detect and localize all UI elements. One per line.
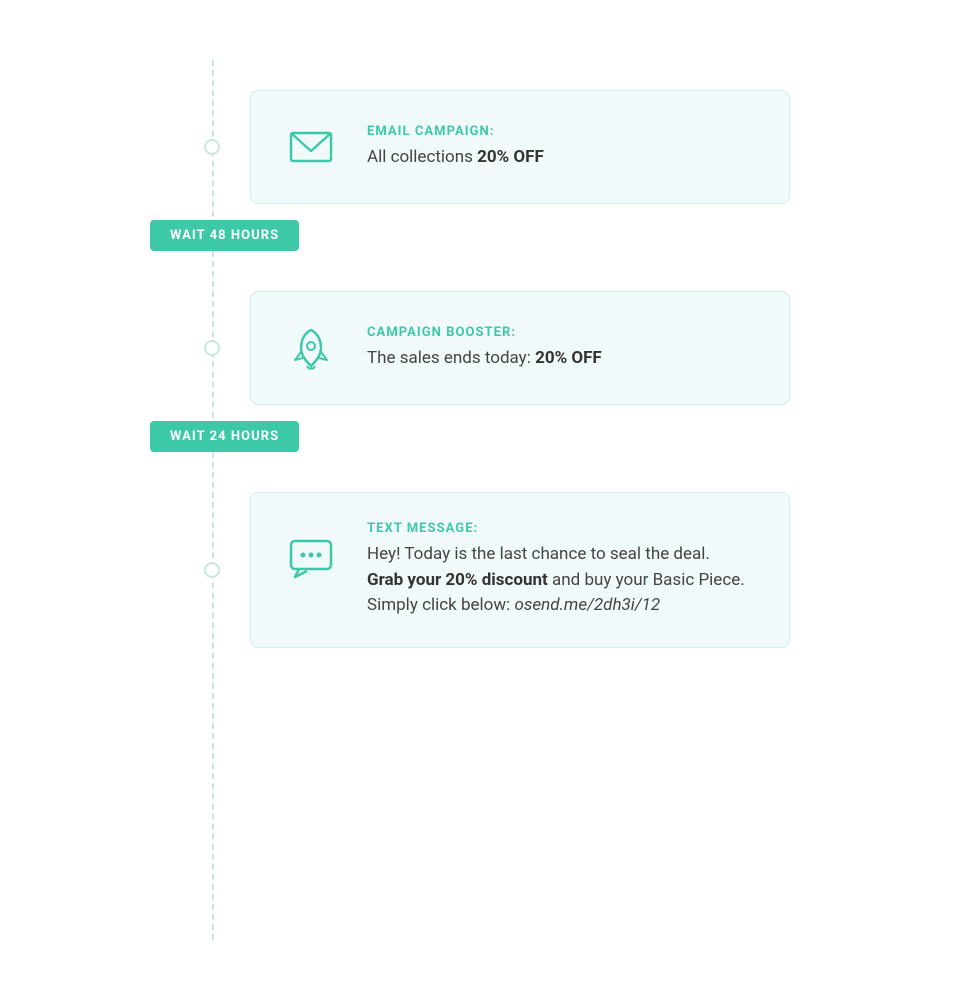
wait-24-row: WAIT 24 HOURS — [150, 421, 890, 452]
timeline-container: EMAIL CAMPAIGN: All collections 20% OFF … — [150, 60, 890, 940]
email-campaign-title: EMAIL CAMPAIGN: — [367, 124, 761, 139]
text-message-card: TEXT MESSAGE: Hey! Today is the last cha… — [250, 492, 790, 648]
text-message-title: TEXT MESSAGE: — [367, 521, 761, 536]
text-bold: Grab your 20% discount — [367, 570, 548, 590]
wait-48-row: WAIT 48 HOURS — [150, 220, 890, 251]
email-campaign-card: EMAIL CAMPAIGN: All collections 20% OFF — [250, 90, 790, 204]
campaign-booster-content: CAMPAIGN BOOSTER: The sales ends today: … — [367, 325, 761, 372]
email-campaign-item: EMAIL CAMPAIGN: All collections 20% OFF — [150, 90, 890, 204]
email-campaign-content: EMAIL CAMPAIGN: All collections 20% OFF — [367, 124, 761, 171]
campaign-booster-item: CAMPAIGN BOOSTER: The sales ends today: … — [150, 291, 890, 405]
timeline-dot-2 — [204, 340, 220, 356]
text-line1: Hey! Today is the last chance to seal th… — [367, 544, 710, 564]
campaign-booster-card: CAMPAIGN BOOSTER: The sales ends today: … — [250, 291, 790, 405]
booster-body-bold: 20% OFF — [535, 348, 602, 368]
wait-48-badge: WAIT 48 HOURS — [150, 220, 299, 251]
email-body-plain: All collections — [367, 147, 477, 167]
wait-24-badge: WAIT 24 HOURS — [150, 421, 299, 452]
campaign-booster-body: The sales ends today: 20% OFF — [367, 346, 761, 372]
booster-body-plain: The sales ends today: — [367, 348, 535, 368]
chat-icon — [279, 525, 343, 589]
text-link: osend.me/2dh3i/12 — [514, 595, 660, 615]
rocket-icon — [279, 316, 343, 380]
text-message-body: Hey! Today is the last chance to seal th… — [367, 542, 761, 619]
email-icon — [279, 115, 343, 179]
timeline-dot-3 — [204, 562, 220, 578]
campaign-booster-title: CAMPAIGN BOOSTER: — [367, 325, 761, 340]
email-body-bold: 20% OFF — [477, 147, 544, 167]
text-message-item: TEXT MESSAGE: Hey! Today is the last cha… — [150, 492, 890, 648]
timeline-dot-1 — [204, 139, 220, 155]
text-message-content: TEXT MESSAGE: Hey! Today is the last cha… — [367, 521, 761, 619]
email-campaign-body: All collections 20% OFF — [367, 145, 761, 171]
